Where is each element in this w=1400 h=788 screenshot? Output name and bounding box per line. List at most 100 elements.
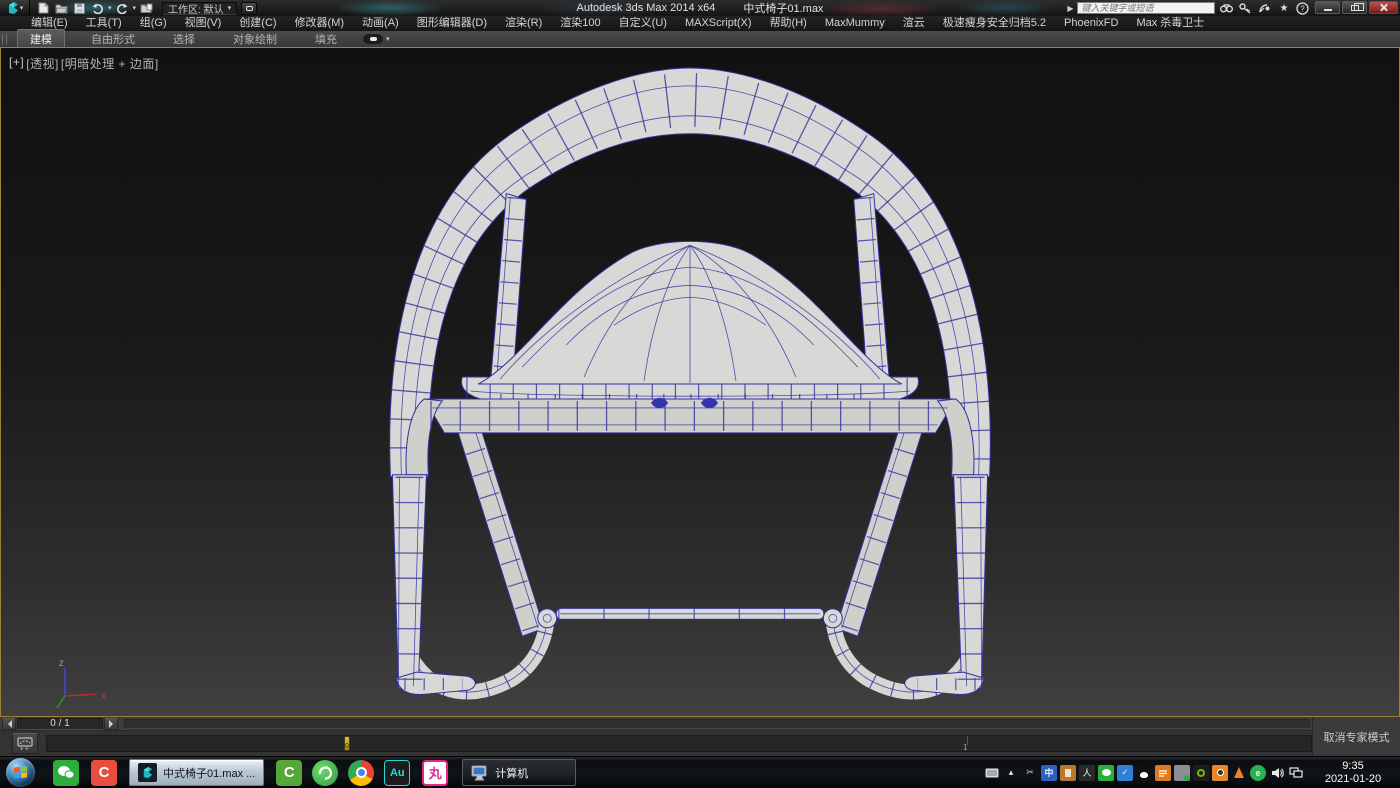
close-button[interactable] [1369,1,1398,14]
menu-group[interactable]: 组(G) [131,16,176,31]
previous-frame-button[interactable] [2,718,16,730]
wanzi-icon[interactable]: 丸 [422,760,448,786]
shield-check-icon[interactable]: ✓ [1117,765,1133,781]
menu-max-antivirus[interactable]: Max 杀毒卫士 [1127,16,1213,31]
max-logo [6,1,20,15]
network-icon[interactable] [1288,765,1304,781]
track-bar[interactable]: 0 1 [46,735,1312,752]
cancel-expert-mode-button[interactable]: 取消专家模式 [1312,717,1400,756]
save-icon[interactable] [72,2,87,15]
green-e-icon[interactable]: e [1250,765,1266,781]
menu-tools[interactable]: 工具(T) [77,16,131,31]
taskbar-item-computer[interactable]: 计算机 [462,759,576,786]
undo-icon[interactable] [90,2,105,15]
satellite-icon[interactable] [1257,2,1272,15]
application-menu-button[interactable]: ▾ [0,0,30,16]
project-folder-icon[interactable] [139,2,154,15]
time-slider-track[interactable] [124,719,1310,729]
window-controls [1315,1,1398,14]
browser-360-icon[interactable] [312,760,338,786]
undo-dropdown-icon[interactable]: ▾ [108,5,112,12]
taskbar-clock[interactable]: 9:35 2021-01-20 [1312,760,1394,786]
windows-logo-icon [14,766,27,778]
camera-icon[interactable] [1212,765,1228,781]
expander-icon[interactable]: ▴ [1003,765,1019,781]
tab-populate[interactable]: 填充 [303,30,349,48]
speaker-icon[interactable] [1269,765,1285,781]
workspace-extra-icon[interactable] [241,2,257,15]
axis-x-label: x [101,691,106,702]
star-icon[interactable]: ★ [1276,2,1291,15]
menu-xuanyun[interactable]: 渲云 [894,16,934,31]
menu-create[interactable]: 创建(C) [230,16,285,31]
notes-orange-icon[interactable] [1155,765,1171,781]
menu-customize[interactable]: 自定义(U) [610,16,676,31]
open-file-icon[interactable] [54,2,69,15]
ribbon-minimize-icon[interactable] [363,34,383,44]
chevron-down-icon: ▾ [228,5,232,12]
search-input[interactable] [1077,2,1215,14]
workspace-dropdown[interactable]: 工作区: 默认 ▾ [162,2,237,15]
new-file-icon[interactable] [36,2,51,15]
perspective-viewport[interactable]: z x [+] [透视] [明暗处理 + 边面] [0,47,1400,717]
menu-views[interactable]: 视图(V) [176,16,231,31]
tab-selection[interactable]: 选择 [161,30,207,48]
chrome-icon[interactable] [348,760,374,786]
menu-graph-editors[interactable]: 图形编辑器(D) [408,16,496,31]
keyboard-icon[interactable] [984,765,1000,781]
ime-badge-icon[interactable]: 中 [1041,765,1057,781]
menu-animation[interactable]: 动画(A) [353,16,408,31]
frame-1-label: 1 [963,743,967,752]
wechat-tray-icon[interactable] [1098,765,1114,781]
infocenter-search: ▶ ★ ? ▾ [1067,1,1318,15]
time-slider-handle[interactable]: 0 / 1 [17,718,103,730]
menu-archive-plugin[interactable]: 极速瘦身安全归档5.2 [934,16,1055,31]
camtasia-red-icon[interactable]: C [91,760,117,786]
key-icon[interactable] [1238,2,1253,15]
ribbon-options-dropdown-icon[interactable]: ▾ [386,36,390,43]
redo-icon[interactable] [115,2,130,15]
tab-freeform[interactable]: 自由形式 [79,30,147,48]
minimize-button[interactable] [1315,1,1340,14]
ribbon-grip[interactable] [2,34,7,45]
qq-icon[interactable] [1136,765,1152,781]
taskbar-item-label: 中式椅子01.max ... [163,765,255,781]
help-icon[interactable]: ? [1295,2,1310,15]
menu-rendering[interactable]: 渲染(R) [496,16,551,31]
maximize-button[interactable] [1342,1,1367,14]
quick-access-toolbar: ▾ ▾ [36,2,154,15]
menu-modifiers[interactable]: 修改器(M) [286,16,354,31]
current-frame-marker[interactable]: 0 [344,736,350,751]
next-frame-button[interactable] [104,718,118,730]
usb-eject-icon[interactable] [1174,765,1190,781]
nvidia-icon[interactable] [1193,765,1209,781]
viewport-menu-general[interactable]: [+] [9,55,24,72]
search-collapse-icon[interactable]: ▶ [1067,4,1073,13]
redo-dropdown-icon[interactable]: ▾ [133,5,137,12]
viewport-menu-pov[interactable]: [透视] [26,55,59,72]
audition-icon[interactable]: Au [384,760,410,786]
clip-tool-icon[interactable]: ✂ [1022,765,1038,781]
menu-help[interactable]: 帮助(H) [761,16,816,31]
person-dark-icon[interactable]: 人 [1079,765,1095,781]
viewport-menu-shading[interactable]: [明暗处理 + 边面] [61,55,159,72]
windows-start-button[interactable] [6,758,35,787]
tab-modeling[interactable]: 建模 [17,29,65,49]
search-binoculars-icon[interactable] [1219,2,1234,15]
taskbar-item-3dsmax[interactable]: 中式椅子01.max ... [129,759,264,786]
viewport-canvas[interactable]: z x [1,48,1399,716]
menu-maxscript[interactable]: MAXScript(X) [676,16,761,31]
menu-render100[interactable]: 渲染100 [551,16,609,31]
svg-text:+ +: + + [20,746,29,751]
usb-orange-icon[interactable] [1060,765,1076,781]
camtasia-green-icon[interactable]: C [276,760,302,786]
tab-object-paint[interactable]: 对象绘制 [221,30,289,48]
flame-icon[interactable] [1231,765,1247,781]
taskbar-item-label: 计算机 [495,765,528,781]
menu-phoenixfd[interactable]: PhoenixFD [1055,16,1127,31]
wechat-icon[interactable] [53,760,79,786]
max-file-icon [138,763,157,782]
mini-curve-editor-button[interactable]: + + [12,733,38,754]
menu-bar: 编辑(E) 工具(T) 组(G) 视图(V) 创建(C) 修改器(M) 动画(A… [0,16,1400,31]
menu-maxmummy[interactable]: MaxMummy [816,16,894,31]
